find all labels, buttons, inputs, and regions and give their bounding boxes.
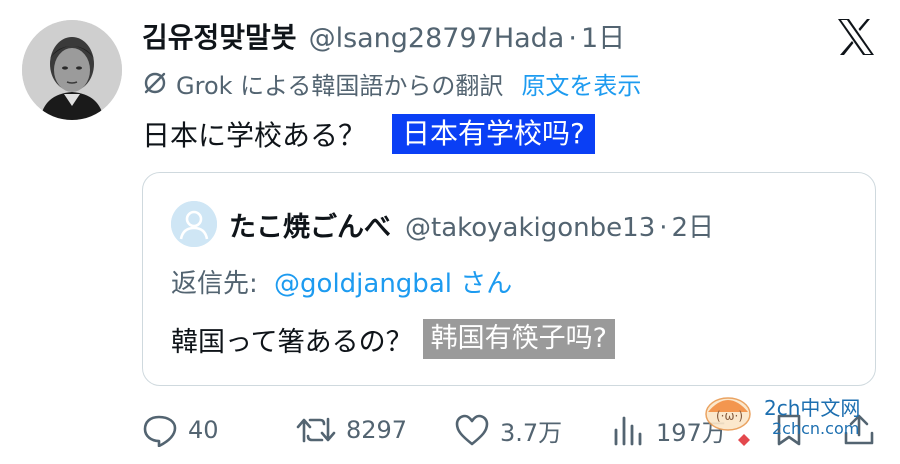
- translation-notice: Grok による韓国語からの翻訳 原文を表示: [142, 66, 641, 100]
- quote-author-name[interactable]: たこ焼ごんべ: [229, 205, 391, 244]
- retweet-count: 8297: [346, 416, 408, 444]
- show-original-link[interactable]: 原文を表示: [521, 66, 641, 101]
- like-icon: [455, 414, 489, 446]
- grok-label: Grok による韓国語からの翻訳: [176, 71, 504, 100]
- quote-author-handle[interactable]: @takoyakigonbe13: [405, 213, 655, 243]
- reply-to-label: 返信先:: [171, 269, 258, 299]
- watermark-title: 2ch中文网: [764, 396, 861, 420]
- grok-translate-icon: [144, 72, 166, 94]
- retweet-button[interactable]: 8297: [296, 408, 407, 452]
- author-handle[interactable]: @lsang28797Hada: [309, 23, 565, 54]
- mascot-logo-icon: (·ω·): [705, 397, 751, 446]
- like-count: 3.7万: [500, 418, 563, 447]
- tweet-body: 日本に学校ある？ 日本有学校吗?: [142, 114, 595, 154]
- reply-to-user-link[interactable]: @goldjangbal さん: [274, 269, 512, 299]
- quote-text: 韓国って箸あるの？: [171, 326, 413, 358]
- tweet-time[interactable]: 1日: [581, 16, 625, 55]
- quote-translation: 韩国有筷子吗?: [422, 319, 615, 359]
- like-button[interactable]: 3.7万: [454, 408, 562, 452]
- separator-dot: ·: [568, 23, 577, 54]
- x-logo-icon[interactable]: [836, 18, 876, 56]
- reply-icon: [143, 415, 177, 447]
- quoted-tweet[interactable]: たこ焼ごんべ @takoyakigonbe13 · 2日 返信先: @goldj…: [142, 172, 876, 386]
- quote-avatar[interactable]: [171, 201, 217, 247]
- author-avatar[interactable]: [22, 20, 122, 120]
- tweet-translation: 日本有学校吗?: [392, 114, 595, 154]
- reply-to-line: 返信先: @goldjangbal さん: [171, 263, 512, 300]
- retweet-icon: [296, 417, 336, 443]
- tweet-text: 日本に学校ある？: [142, 119, 367, 152]
- quote-body: 韓国って箸あるの？ 韩国有筷子吗?: [171, 319, 615, 359]
- quote-time[interactable]: 2日: [672, 207, 715, 244]
- svg-text:(·ω·): (·ω·): [716, 409, 743, 423]
- watermark-url: 2chcn.com: [772, 419, 860, 438]
- views-icon: [614, 416, 642, 446]
- reply-count: 40: [188, 416, 219, 444]
- quote-header: たこ焼ごんべ @takoyakigonbe13 · 2日: [229, 205, 714, 244]
- tweet-header: 김유정맞말봇 @lsang28797Hada · 1日: [142, 16, 625, 56]
- quote-separator-dot: ·: [659, 213, 668, 243]
- reply-button[interactable]: 40: [142, 408, 219, 452]
- author-name[interactable]: 김유정맞말봇: [142, 16, 297, 56]
